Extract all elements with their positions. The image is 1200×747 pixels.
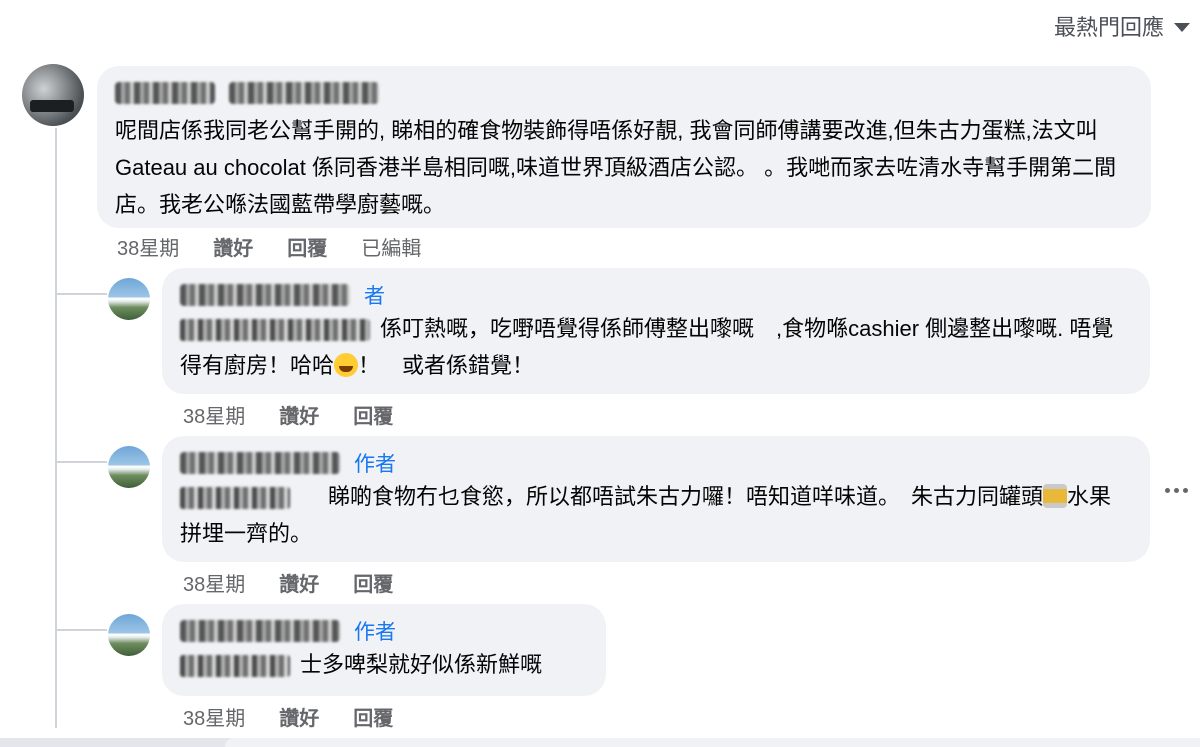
reply-button[interactable]: 回覆 bbox=[353, 702, 393, 731]
reply-bubble: 者 係叮熱嘅，吃嘢唔覺得係師傅整出嚟嘅 ,食物喺cashier 側邊整出嚟嘅. … bbox=[162, 268, 1150, 394]
smile-emoji-icon bbox=[334, 353, 359, 377]
reply-header: 作者 bbox=[180, 616, 588, 646]
author-badge: 作者 bbox=[354, 621, 396, 644]
reply-text: 睇啲食物冇乜食慾，所以都唔試朱古力囉！唔知道咩味道。 朱古力同罐頭 水果拼埋一齊的… bbox=[180, 478, 1132, 552]
like-button[interactable]: 讚好 bbox=[279, 400, 319, 429]
blurred-name[interactable] bbox=[180, 284, 350, 306]
next-comment-edge bbox=[0, 738, 1200, 747]
like-button[interactable]: 讚好 bbox=[213, 232, 253, 261]
edited-label: 已編輯 bbox=[361, 238, 422, 260]
comment-actions: 38星期 讚好 回覆 已編輯 bbox=[117, 232, 421, 261]
reply-bubble: 作者 士多啤梨就好似係新鮮嘅 bbox=[162, 604, 606, 696]
thread-connector bbox=[57, 461, 107, 463]
blurred-name bbox=[180, 487, 290, 510]
like-button[interactable]: 讚好 bbox=[279, 568, 319, 597]
thread-connector bbox=[57, 293, 107, 295]
reply-button[interactable]: 回覆 bbox=[287, 232, 327, 261]
more-options-icon[interactable] bbox=[1165, 488, 1188, 493]
reply-actions: 38星期 讚好 回覆 bbox=[183, 568, 393, 597]
comment-bubble: 呢間店係我同老公幫手開的, 睇相的確食物裝飾得唔係好靚, 我會同師傅講要改進,但… bbox=[97, 66, 1151, 228]
avatar[interactable] bbox=[108, 446, 150, 488]
avatar[interactable] bbox=[108, 278, 150, 320]
reply-time[interactable]: 38星期 bbox=[183, 400, 245, 429]
reply-actions: 38星期 讚好 回覆 bbox=[183, 702, 393, 731]
commenter-name[interactable] bbox=[115, 78, 1133, 108]
reply-text-part: 睇啲食物冇乜食慾，所以都唔試朱古力囉！唔知道咩味道。 朱古力同罐頭 bbox=[328, 484, 1044, 509]
like-button[interactable]: 讚好 bbox=[279, 702, 319, 731]
caret-down-icon bbox=[1174, 23, 1190, 32]
reply-text: 係叮熱嘅，吃嘢唔覺得係師傅整出嚟嘅 ,食物喺cashier 側邊整出嚟嘅. 唔覺… bbox=[180, 310, 1132, 384]
thread-connector bbox=[57, 629, 107, 631]
blurred-name[interactable] bbox=[180, 620, 340, 642]
reply-text-part: 士多啤梨就好似係新鮮嘅 bbox=[300, 652, 543, 677]
comment-time[interactable]: 38星期 bbox=[117, 232, 179, 261]
reply-bubble: 作者 睇啲食物冇乜食慾，所以都唔試朱古力囉！唔知道咩味道。 朱古力同罐頭 水果拼埋… bbox=[162, 436, 1150, 562]
reply-time[interactable]: 38星期 bbox=[183, 702, 245, 731]
avatar[interactable] bbox=[108, 614, 150, 656]
blurred-name bbox=[115, 82, 215, 104]
reply-actions: 38星期 讚好 回覆 bbox=[183, 400, 393, 429]
reply-text: 士多啤梨就好似係新鮮嘅 bbox=[180, 646, 588, 683]
blurred-name bbox=[180, 319, 370, 342]
reply-header: 者 bbox=[180, 280, 1132, 310]
blurred-name bbox=[229, 82, 379, 104]
reply-text-part: ！ 或者係錯覺！ bbox=[358, 353, 535, 378]
thread-line bbox=[55, 128, 57, 728]
author-badge: 者 bbox=[364, 285, 385, 308]
comments-panel: 最熱門回應 呢間店係我同老公幫手開的, 睇相的確食物裝飾得唔係好靚, 我會同師傅… bbox=[0, 0, 1200, 747]
author-badge: 作者 bbox=[354, 453, 396, 476]
reply-button[interactable]: 回覆 bbox=[353, 568, 393, 597]
reply-header: 作者 bbox=[180, 448, 1132, 478]
sort-dropdown[interactable]: 最熱門回應 bbox=[1054, 10, 1190, 42]
canned-food-icon bbox=[1043, 484, 1068, 508]
blurred-name[interactable] bbox=[180, 452, 340, 474]
comment-text: 呢間店係我同老公幫手開的, 睇相的確食物裝飾得唔係好靚, 我會同師傅講要改進,但… bbox=[115, 118, 1117, 217]
sort-label: 最熱門回應 bbox=[1053, 15, 1164, 40]
avatar[interactable] bbox=[22, 64, 84, 126]
reply-button[interactable]: 回覆 bbox=[353, 400, 393, 429]
blurred-name bbox=[180, 655, 290, 678]
reply-time[interactable]: 38星期 bbox=[183, 568, 245, 597]
